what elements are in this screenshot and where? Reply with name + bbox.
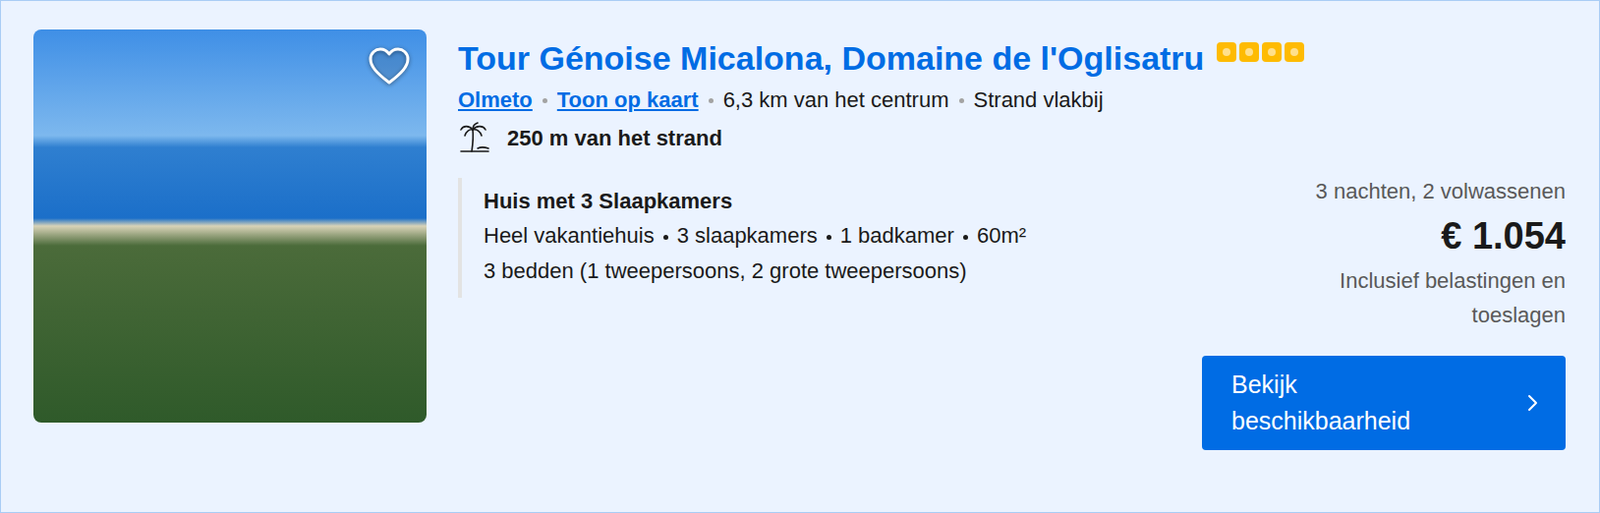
location-line: Olmeto Toon op kaart 6,3 km van het centru… (457, 85, 1566, 116)
room-features: Heel vakantiehuis 3 slaapkamers 1 badkamer… (483, 218, 1179, 253)
palm-tree-icon (457, 120, 492, 155)
price-amount: € 1.054 (1440, 212, 1566, 261)
room-feature: Heel vakantiehuis (483, 223, 655, 248)
star-icon (1261, 42, 1282, 62)
room-feature: 60m² (976, 223, 1027, 248)
star-icon (1284, 42, 1305, 62)
chevron-right-icon (1526, 392, 1541, 414)
star-icon (1216, 42, 1237, 62)
property-title[interactable]: Tour Génoise Micalona, Domaine de l'Ogli… (457, 37, 1566, 80)
star-icon (1239, 42, 1259, 62)
room-name: Huis met 3 Slaapkamers (483, 183, 1179, 219)
price-note: Inclusief belastingen en toeslagen (1300, 263, 1566, 333)
beach-distance-line: 250 m van het strand (457, 120, 1566, 155)
stay-details: 3 nachten, 2 volwassenen (1315, 173, 1566, 209)
property-card: Tour Génoise Micalona, Domaine de l'Ogli… (0, 0, 1600, 513)
room-summary: Huis met 3 Slaapkamers Heel vakantiehuis… (457, 177, 1179, 298)
centre-distance: 6,3 km van het centrum (723, 87, 950, 113)
price-panel: 3 nachten, 2 volwassenen € 1.054 Inclusi… (1201, 173, 1566, 513)
location-link[interactable]: Olmeto (457, 87, 533, 113)
star-rating (1213, 39, 1305, 77)
availability-button[interactable]: Bekijk beschikbaarheid (1201, 355, 1566, 451)
map-link[interactable]: Toon op kaart (557, 87, 699, 113)
room-feature: 3 slaapkamers (677, 223, 818, 248)
favorite-heart-icon[interactable] (365, 43, 413, 91)
room-beds: 3 bedden (1 tweepersoons, 2 grote tweepe… (483, 253, 1179, 288)
beach-note: Strand vlakbij (973, 87, 1104, 113)
property-photo[interactable] (33, 29, 427, 423)
room-feature: 1 badkamer (840, 223, 955, 248)
